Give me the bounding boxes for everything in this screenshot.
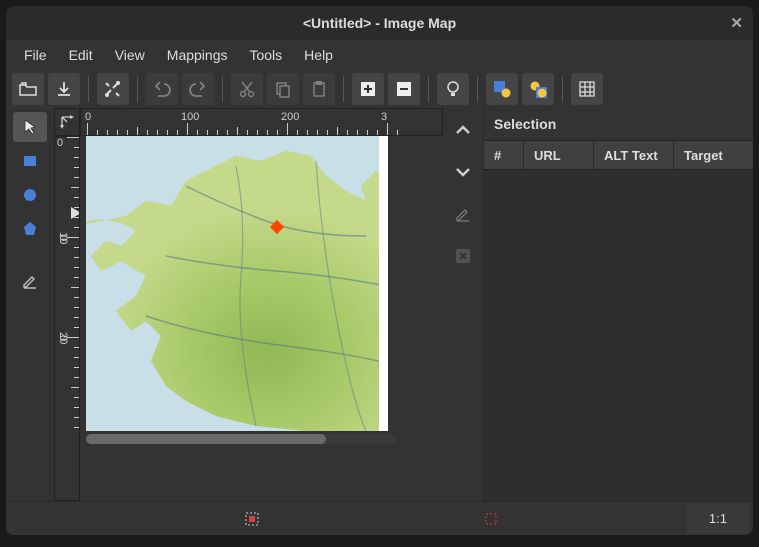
edit-tool[interactable] bbox=[13, 266, 47, 296]
separator bbox=[562, 76, 563, 102]
paste-button[interactable] bbox=[303, 73, 335, 105]
selection-panel: Selection # URL ALT Text Target bbox=[483, 108, 753, 501]
copy-button[interactable] bbox=[267, 73, 299, 105]
circle-tool[interactable] bbox=[13, 180, 47, 210]
undo-button[interactable] bbox=[146, 73, 178, 105]
open-button[interactable] bbox=[12, 73, 44, 105]
move-up-button[interactable] bbox=[447, 114, 479, 146]
vertical-ruler[interactable]: 0 100 200 document.write(Array.from({len… bbox=[54, 136, 80, 501]
menu-edit[interactable]: Edit bbox=[59, 43, 103, 67]
separator bbox=[88, 76, 89, 102]
horizontal-scrollbar[interactable] bbox=[86, 434, 396, 444]
move-down-button[interactable] bbox=[447, 156, 479, 188]
table-header: # URL ALT Text Target bbox=[484, 140, 753, 170]
ruler-corner[interactable] bbox=[54, 108, 80, 136]
menu-view[interactable]: View bbox=[105, 43, 155, 67]
selection-tools bbox=[443, 108, 483, 501]
workspace: 0 100 200 3 document.write(Array.from({l… bbox=[6, 108, 753, 501]
app-window: <Untitled> - Image Map ✕ File Edit View … bbox=[6, 6, 753, 535]
menu-help[interactable]: Help bbox=[294, 43, 343, 67]
column-target[interactable]: Target bbox=[674, 141, 753, 169]
menu-mappings[interactable]: Mappings bbox=[157, 43, 238, 67]
pointer-tool[interactable] bbox=[13, 112, 47, 142]
save-button[interactable] bbox=[48, 73, 80, 105]
preferences-button[interactable] bbox=[97, 73, 129, 105]
zoom-in-button[interactable] bbox=[352, 73, 384, 105]
zoom-level[interactable]: 1:1 bbox=[687, 504, 749, 534]
menu-tools[interactable]: Tools bbox=[239, 43, 292, 67]
ruler-row: 0 100 200 3 document.write(Array.from({l… bbox=[54, 108, 443, 136]
window-title: <Untitled> - Image Map bbox=[303, 15, 456, 31]
hint-button[interactable] bbox=[437, 73, 469, 105]
cut-button[interactable] bbox=[231, 73, 263, 105]
column-number[interactable]: # bbox=[484, 141, 524, 169]
table-body[interactable] bbox=[484, 170, 753, 501]
column-url[interactable]: URL bbox=[524, 141, 594, 169]
menu-file[interactable]: File bbox=[14, 43, 57, 67]
statusbar: 1:1 bbox=[6, 501, 753, 535]
status-icon-2[interactable] bbox=[475, 503, 507, 535]
map-image bbox=[86, 136, 388, 431]
separator bbox=[477, 76, 478, 102]
menubar: File Edit View Mappings Tools Help bbox=[6, 40, 753, 70]
titlebar: <Untitled> - Image Map ✕ bbox=[6, 6, 753, 40]
close-button[interactable]: ✕ bbox=[730, 14, 743, 32]
canvas-area: 0 100 200 3 document.write(Array.from({l… bbox=[54, 108, 443, 501]
scrollbar-thumb[interactable] bbox=[86, 434, 326, 444]
separator bbox=[222, 76, 223, 102]
redo-button[interactable] bbox=[182, 73, 214, 105]
separator bbox=[137, 76, 138, 102]
edit-area-button[interactable] bbox=[447, 198, 479, 230]
polygon-tool[interactable] bbox=[13, 214, 47, 244]
toolbar bbox=[6, 70, 753, 108]
canvas[interactable] bbox=[80, 136, 443, 501]
separator bbox=[343, 76, 344, 102]
delete-area-button[interactable] bbox=[447, 240, 479, 272]
grid-button[interactable] bbox=[571, 73, 603, 105]
column-alt[interactable]: ALT Text bbox=[594, 141, 674, 169]
rectangle-tool[interactable] bbox=[13, 146, 47, 176]
tool-palette bbox=[6, 108, 54, 501]
canvas-row: 0 100 200 document.write(Array.from({len… bbox=[54, 136, 443, 501]
separator bbox=[428, 76, 429, 102]
panel-title: Selection bbox=[484, 108, 753, 140]
move-back-button[interactable] bbox=[522, 73, 554, 105]
status-icon-1[interactable] bbox=[236, 503, 268, 535]
horizontal-ruler[interactable]: 0 100 200 3 document.write(Array.from({l… bbox=[80, 108, 443, 136]
move-front-button[interactable] bbox=[486, 73, 518, 105]
zoom-out-button[interactable] bbox=[388, 73, 420, 105]
